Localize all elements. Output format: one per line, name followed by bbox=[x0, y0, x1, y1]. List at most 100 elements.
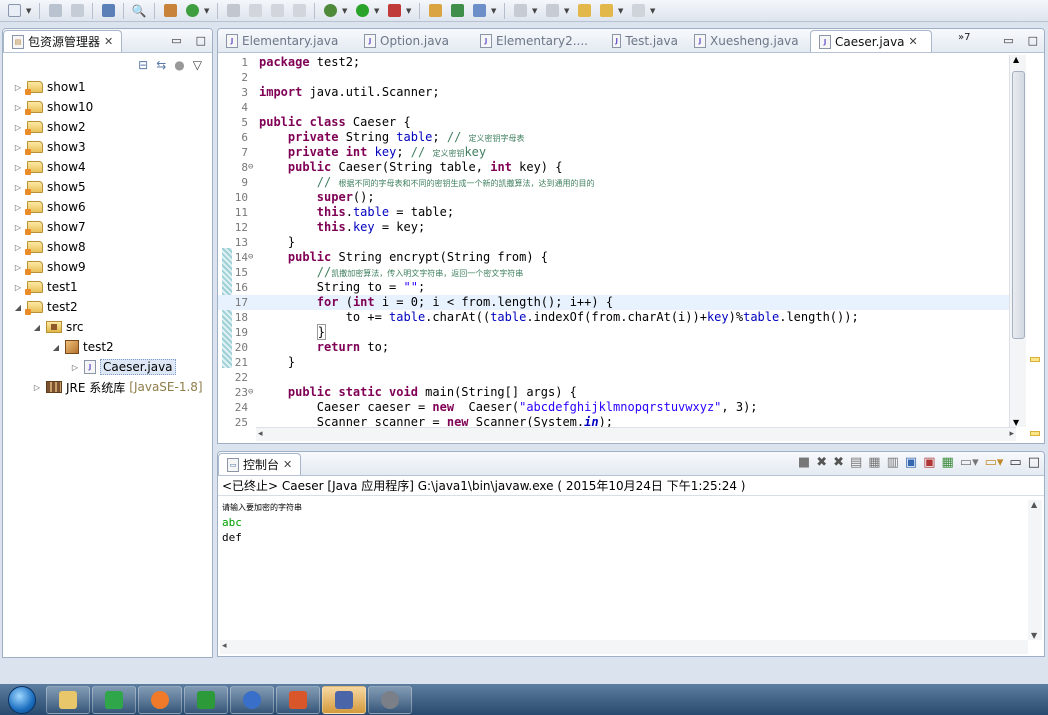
taskbar-media-button[interactable] bbox=[92, 685, 136, 714]
view-menu-icon[interactable]: ▽ bbox=[193, 58, 202, 72]
next-annotation-icon[interactable] bbox=[510, 2, 530, 20]
collapsed-arrow-icon[interactable]: ▷ bbox=[13, 123, 23, 132]
expanded-arrow-icon[interactable]: ◢ bbox=[51, 343, 61, 352]
new-class-icon[interactable] bbox=[469, 2, 489, 20]
tab-caeser-java[interactable]: J Caeser.java ✕ bbox=[810, 30, 932, 52]
close-icon[interactable]: ✕ bbox=[104, 35, 113, 48]
tree-item-package[interactable]: ◢ test2 bbox=[51, 337, 114, 357]
taskbar-app-button[interactable] bbox=[184, 685, 228, 714]
tree-item-caeser-java[interactable]: ▷ J Caeser.java bbox=[70, 357, 176, 377]
open-type-icon[interactable] bbox=[223, 2, 243, 20]
refresh-icon[interactable] bbox=[182, 2, 202, 20]
tree-item-show5[interactable]: ▷ show5 bbox=[13, 177, 86, 197]
close-icon[interactable]: ✕ bbox=[909, 35, 918, 48]
tab-overflow[interactable]: »7 bbox=[958, 32, 970, 43]
debug-dropdown-icon[interactable]: ▼ bbox=[342, 7, 350, 15]
collapsed-arrow-icon[interactable]: ▷ bbox=[13, 203, 23, 212]
focus-icon[interactable]: ● bbox=[174, 58, 184, 72]
tree-item-test2[interactable]: ◢ test2 bbox=[13, 297, 78, 317]
minimize-icon[interactable]: ▭ bbox=[171, 34, 181, 47]
code-area[interactable]: 1 package test2; 2 3 import java.util.Scanne… bbox=[218, 53, 1018, 427]
paste-icon[interactable] bbox=[289, 2, 309, 20]
collapsed-arrow-icon[interactable]: ▷ bbox=[13, 143, 23, 152]
scroll-thumb[interactable] bbox=[1012, 71, 1025, 339]
search-icon[interactable]: 🔍 bbox=[129, 2, 149, 20]
save-all-icon[interactable] bbox=[67, 2, 87, 20]
tab-package-explorer[interactable]: ▤ 包资源管理器 ✕ bbox=[3, 30, 123, 52]
warning-marker[interactable] bbox=[1030, 431, 1040, 436]
back-dropdown-icon[interactable]: ▼ bbox=[618, 7, 626, 15]
forward-icon[interactable] bbox=[628, 2, 648, 20]
collapsed-arrow-icon[interactable]: ▷ bbox=[13, 243, 23, 252]
open-task-icon[interactable] bbox=[245, 2, 265, 20]
console-hscroll[interactable]: ◂ bbox=[220, 640, 1028, 654]
collapsed-arrow-icon[interactable]: ▷ bbox=[13, 263, 23, 272]
build-icon[interactable] bbox=[160, 2, 180, 20]
forward-dropdown-icon[interactable]: ▼ bbox=[650, 7, 658, 15]
taskbar-app-button[interactable] bbox=[138, 685, 182, 714]
tab-console[interactable]: ▭ 控制台 ✕ bbox=[218, 453, 302, 475]
remove-all-icon[interactable]: ✖ bbox=[833, 455, 844, 470]
scroll-down-icon[interactable]: ▼ bbox=[1013, 418, 1019, 427]
collapsed-arrow-icon[interactable]: ▷ bbox=[13, 163, 23, 172]
tree-item-show3[interactable]: ▷ show3 bbox=[13, 137, 86, 157]
fold-icon[interactable]: ⊖ bbox=[248, 250, 253, 265]
tab-xuesheng-java[interactable]: J Xuesheng.java bbox=[686, 30, 810, 52]
tab-elementary2[interactable]: J Elementary2.... bbox=[472, 30, 604, 52]
taskbar-eclipse-button[interactable] bbox=[322, 685, 366, 714]
maximize-icon[interactable]: □ bbox=[1028, 455, 1040, 470]
tree-item-jre[interactable]: ▷ JRE 系统库 [JavaSE-1.8] bbox=[32, 377, 203, 397]
show-on-stderr-icon[interactable]: ▣ bbox=[923, 455, 935, 470]
debug-icon[interactable] bbox=[320, 2, 340, 20]
maximize-icon[interactable]: □ bbox=[196, 34, 206, 47]
display-console-icon[interactable]: ▭▾ bbox=[960, 455, 979, 470]
console-output[interactable]: 请输入要加密的字符串 abc def bbox=[222, 500, 302, 545]
word-wrap-icon[interactable]: ▥ bbox=[887, 455, 899, 470]
run-dropdown-icon[interactable]: ▼ bbox=[374, 7, 382, 15]
close-icon[interactable]: ✕ bbox=[283, 458, 292, 471]
fold-icon[interactable]: ⊖ bbox=[248, 385, 253, 400]
collapsed-arrow-icon[interactable]: ▷ bbox=[13, 103, 23, 112]
last-edit-location-icon[interactable] bbox=[574, 2, 594, 20]
scroll-left-icon[interactable]: ◂ bbox=[222, 641, 227, 651]
maximize-icon[interactable]: □ bbox=[1028, 34, 1038, 47]
terminate-icon[interactable]: ■ bbox=[798, 455, 810, 470]
scroll-down-icon[interactable]: ▼ bbox=[1031, 631, 1037, 640]
save-icon[interactable] bbox=[45, 2, 65, 20]
new-java-project-icon[interactable] bbox=[425, 2, 445, 20]
new-dropdown-icon[interactable]: ▼ bbox=[26, 7, 34, 15]
tree-item-src[interactable]: ◢ src bbox=[32, 317, 84, 337]
pin-console-icon[interactable]: ▦ bbox=[941, 455, 953, 470]
tree-item-show7[interactable]: ▷ show7 bbox=[13, 217, 86, 237]
minimize-icon[interactable]: ▭ bbox=[1009, 455, 1021, 470]
scroll-right-icon[interactable]: ▸ bbox=[1009, 429, 1014, 439]
external-tools-icon[interactable] bbox=[384, 2, 404, 20]
collapse-all-icon[interactable]: ⊟ bbox=[138, 58, 148, 72]
collapsed-arrow-icon[interactable]: ▷ bbox=[13, 283, 23, 292]
taskbar-browser-button[interactable] bbox=[230, 685, 274, 714]
scroll-lock-icon[interactable]: ▦ bbox=[868, 455, 880, 470]
expanded-arrow-icon[interactable]: ◢ bbox=[13, 303, 23, 312]
next-annotation-dropdown-icon[interactable]: ▼ bbox=[532, 7, 540, 15]
tree-item-show8[interactable]: ▷ show8 bbox=[13, 237, 86, 257]
refresh-dropdown-icon[interactable]: ▼ bbox=[204, 7, 212, 15]
prev-annotation-dropdown-icon[interactable]: ▼ bbox=[564, 7, 572, 15]
open-console-icon[interactable]: ▭▾ bbox=[985, 455, 1004, 470]
clear-console-icon[interactable]: ▤ bbox=[850, 455, 862, 470]
run-icon[interactable] bbox=[352, 2, 372, 20]
prev-annotation-icon[interactable] bbox=[542, 2, 562, 20]
taskbar-settings-button[interactable] bbox=[368, 685, 412, 714]
scroll-up-icon[interactable]: ▲ bbox=[1013, 55, 1019, 64]
start-button[interactable] bbox=[0, 684, 44, 715]
warning-marker[interactable] bbox=[1030, 357, 1040, 362]
external-tools-dropdown-icon[interactable]: ▼ bbox=[406, 7, 414, 15]
collapsed-arrow-icon[interactable]: ▷ bbox=[13, 183, 23, 192]
tab-option-java[interactable]: J Option.java bbox=[356, 30, 472, 52]
tab-test-java[interactable]: J Test.java bbox=[604, 30, 686, 52]
new-icon[interactable] bbox=[4, 2, 24, 20]
tree-item-show4[interactable]: ▷ show4 bbox=[13, 157, 86, 177]
print-icon[interactable] bbox=[98, 2, 118, 20]
taskbar-presentation-button[interactable] bbox=[276, 685, 320, 714]
fold-icon[interactable]: ⊖ bbox=[248, 160, 253, 175]
expanded-arrow-icon[interactable]: ◢ bbox=[32, 323, 42, 332]
